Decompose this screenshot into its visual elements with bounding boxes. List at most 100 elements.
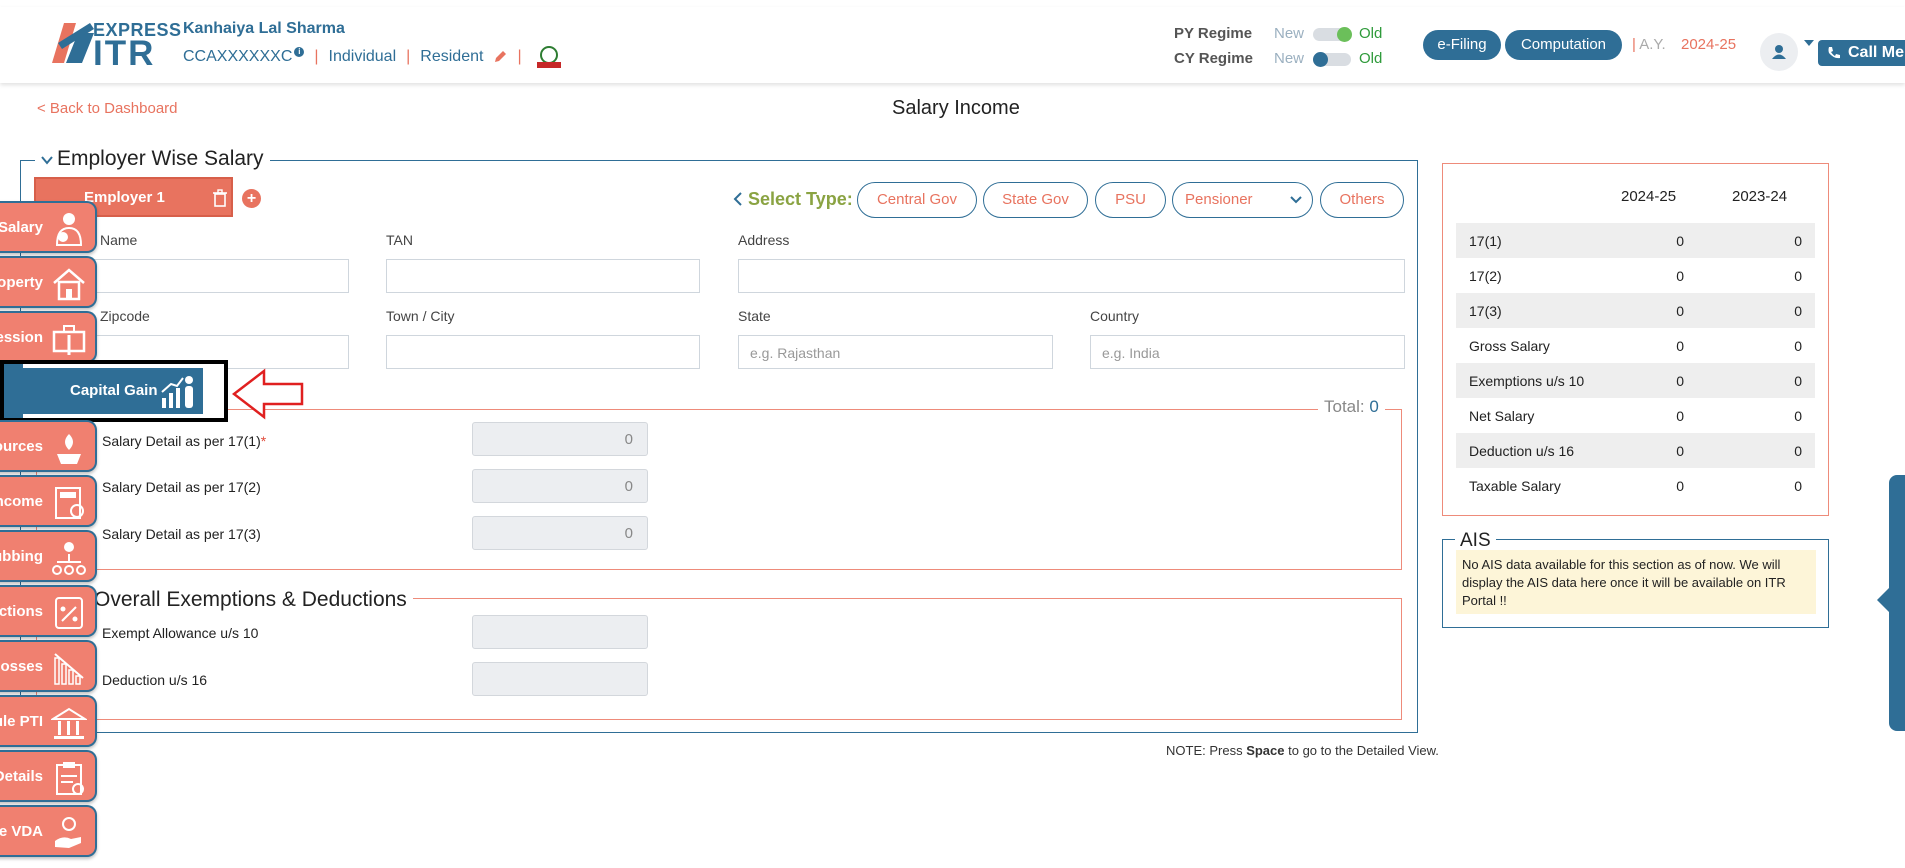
summary-row-label: 17(3)	[1469, 303, 1502, 319]
residency-text: Resident	[420, 48, 484, 65]
red-arrow-icon	[232, 368, 304, 420]
right-side-drawer-tab[interactable]	[1889, 475, 1905, 731]
pan-number: CCAXXXXXXC	[183, 48, 293, 65]
country-label: Country	[1090, 308, 1140, 324]
logo-text-big: ITR	[93, 34, 156, 73]
menu-item-label: ources	[0, 438, 43, 455]
type-pensioner-select[interactable]: Pensioner	[1172, 182, 1313, 218]
summary-row-label: Taxable Salary	[1469, 478, 1561, 494]
add-employer-button[interactable]: +	[242, 189, 261, 208]
country-input[interactable]: e.g. India	[1090, 335, 1405, 369]
total-label-text: Total:	[1324, 397, 1370, 416]
user-icon	[1772, 45, 1786, 59]
summary-row-py: 0	[1794, 303, 1802, 319]
state-input[interactable]: e.g. Rajasthan	[738, 335, 1053, 369]
summary-row-py: 0	[1794, 338, 1802, 354]
type-others-button[interactable]: Others	[1320, 182, 1404, 218]
ay-label-text: A.Y.	[1639, 36, 1666, 53]
user-details: CCAXXXXXXC i | Individual | Resident |	[183, 44, 566, 70]
menu-item-label: ule PTI	[0, 713, 43, 730]
menu-item-label: Salary	[0, 219, 43, 236]
cy-old-label: Old	[1359, 50, 1383, 67]
deduction-16-input[interactable]	[472, 662, 648, 696]
summary-row-label: Net Salary	[1469, 408, 1535, 424]
summary-row-cy: 0	[1676, 233, 1684, 249]
call-me-button[interactable]: Call Me	[1818, 40, 1905, 66]
menu-item-salary[interactable]: Salary	[0, 201, 97, 253]
type-psu-button[interactable]: PSU	[1095, 182, 1166, 218]
py-regime-toggle[interactable]	[1313, 27, 1352, 42]
cy-regime-toggle[interactable]	[1313, 52, 1351, 67]
summary-row-label: Exemptions u/s 10	[1469, 373, 1585, 389]
trash-icon[interactable]	[212, 189, 228, 207]
salary-17-2-label: Salary Detail as per 17(2)	[102, 479, 261, 495]
keyboard-note: NOTE: Press Space to go to the Detailed …	[1166, 743, 1439, 758]
menu-item-tax-details[interactable]: Details	[0, 750, 97, 802]
back-to-dashboard-link[interactable]: < Back to Dashboard	[37, 100, 178, 117]
summary-row: 17(1) 0 0	[1456, 223, 1815, 258]
avatar[interactable]	[1760, 33, 1798, 71]
summary-row-cy: 0	[1676, 443, 1684, 459]
summary-row-py: 0	[1794, 443, 1802, 459]
edit-pencil-icon[interactable]	[493, 50, 507, 64]
tan-label: TAN	[386, 232, 413, 248]
summary-row-cy: 0	[1676, 303, 1684, 319]
summary-row-cy: 0	[1676, 338, 1684, 354]
salary-person-icon	[55, 213, 83, 246]
capital-gain-active: Capital Gain	[23, 368, 203, 414]
caret-left-icon[interactable]	[1877, 588, 1889, 612]
employer-section-title[interactable]: Employer Wise Salary	[35, 147, 270, 171]
total-value: 0	[1369, 397, 1379, 416]
computation-button[interactable]: Computation	[1505, 30, 1622, 60]
py-old-label: Old	[1359, 25, 1383, 42]
hand-flame-icon	[57, 434, 81, 464]
menu-item-label: operty	[0, 274, 43, 291]
salary-17-2-input[interactable]: 0	[472, 469, 648, 503]
address-input[interactable]	[738, 259, 1405, 293]
tan-input[interactable]	[386, 259, 700, 293]
chevron-down-icon	[1290, 196, 1302, 204]
required-asterisk: *	[260, 433, 267, 449]
summary-header-cy: 2024-25	[1621, 188, 1677, 205]
summary-row-py: 0	[1794, 478, 1802, 494]
separator: |	[1632, 36, 1636, 53]
menu-item-income[interactable]: ncome	[0, 475, 97, 527]
town-label: Town / City	[386, 308, 455, 324]
menu-item-label: ule VDA	[0, 823, 43, 840]
menu-item-capital-gain[interactable]: Capital Gain	[0, 360, 228, 422]
cy-regime-label: CY Regime	[1174, 50, 1253, 67]
summary-row-cy: 0	[1676, 373, 1684, 389]
town-input[interactable]	[386, 335, 700, 369]
salary-17-1-input[interactable]: 0	[472, 422, 648, 456]
exemptions-title: Overall Exemptions & Deductions	[88, 588, 413, 612]
menu-item-schedule-pti[interactable]: ule PTI	[0, 695, 97, 747]
summary-row-label: 17(2)	[1469, 268, 1502, 284]
note-key: Space	[1246, 743, 1285, 758]
menu-item-losses[interactable]: Losses	[0, 640, 97, 692]
info-icon[interactable]: i	[294, 47, 305, 57]
efiling-button[interactable]: e-Filing	[1423, 30, 1501, 60]
menu-item-clubbing[interactable]: ubbing	[0, 530, 97, 582]
menu-item-deductions[interactable]: uctions	[0, 585, 97, 637]
type-state-gov-button[interactable]: State Gov	[983, 182, 1088, 218]
menu-item-label: Capital Gain	[70, 382, 158, 399]
summary-row-py: 0	[1794, 373, 1802, 389]
menu-item-other-sources[interactable]: ources	[0, 420, 97, 472]
total-label: Total: 0	[1318, 397, 1385, 417]
note-suffix: to go to the Detailed View.	[1284, 743, 1439, 758]
menu-item-profession[interactable]: fession	[0, 311, 97, 363]
menu-item-property[interactable]: operty	[0, 256, 97, 308]
status-text: Individual	[328, 48, 397, 65]
summary-row-py: 0	[1794, 268, 1802, 284]
growth-chart-person-icon	[161, 376, 193, 408]
page-title: Salary Income	[892, 97, 1020, 119]
chevron-down-icon[interactable]	[1804, 39, 1814, 47]
salary-17-3-input[interactable]: 0	[472, 516, 648, 550]
note-prefix: NOTE: Press	[1166, 743, 1247, 758]
type-central-gov-button[interactable]: Central Gov	[857, 182, 977, 218]
summary-row: 17(3) 0 0	[1456, 293, 1815, 328]
salary-17-3-label: Salary Detail as per 17(3)	[102, 526, 261, 542]
menu-item-schedule-vda[interactable]: ule VDA	[0, 805, 97, 857]
exempt-allowance-input[interactable]	[472, 615, 648, 649]
salary-17-1-label-text: Salary Detail as per 17(1)	[102, 433, 261, 449]
